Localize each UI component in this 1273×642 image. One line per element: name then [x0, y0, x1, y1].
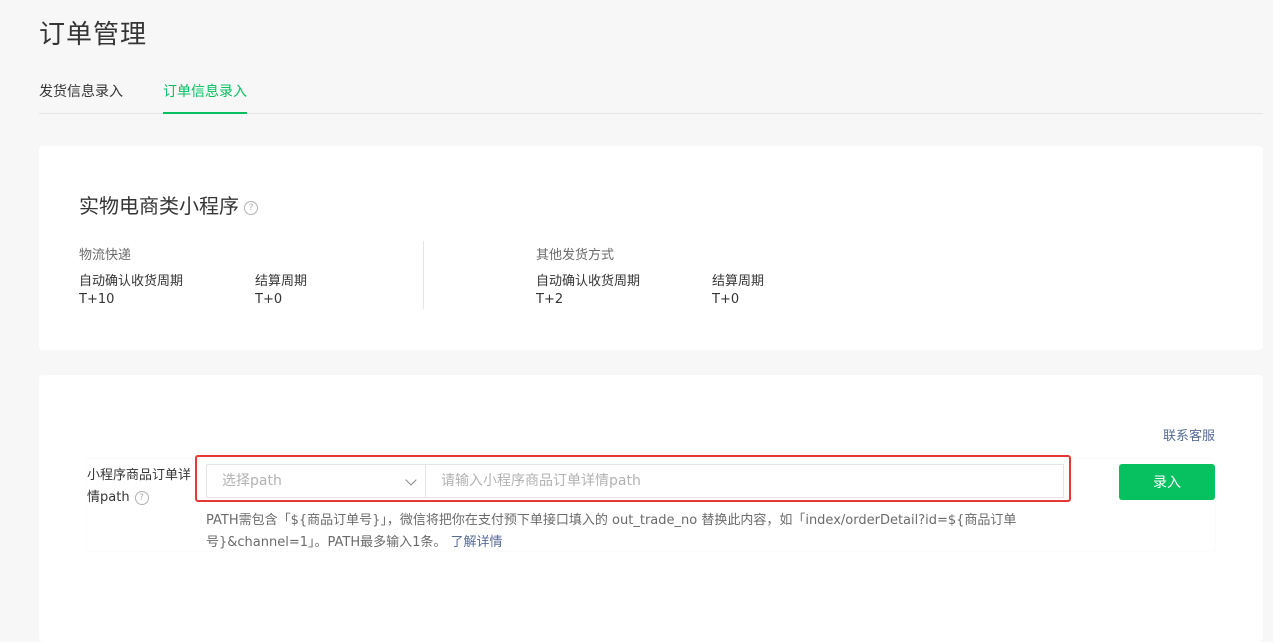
path-note: PATH需包含「${商品订单号}」，微信将把你在支付预下单接口填入的 out_t… [206, 510, 1086, 554]
contact-support-link[interactable]: 联系客服 [1163, 425, 1215, 444]
info-value: T+0 [255, 292, 283, 307]
question-circle-icon[interactable]: ? [244, 200, 258, 215]
order-path-card: 联系客服 小程序商品订单详情path? 选择path 录入 PATH需包含「${… [39, 375, 1263, 642]
tab-shipping-info[interactable]: 发货信息录入 [39, 82, 123, 102]
tab-order-info[interactable]: 订单信息录入 [163, 82, 247, 114]
group-divider [423, 241, 424, 309]
learn-more-link[interactable]: 了解详情 [451, 535, 503, 550]
info-item: 自动确认收货周期 T+2 [536, 270, 640, 307]
info-label: 结算周期 [712, 274, 765, 289]
group-heading: 其他发货方式 [536, 248, 615, 263]
info-item: 结算周期 T+0 [255, 270, 307, 307]
info-value: T+0 [712, 292, 740, 307]
info-value: T+2 [536, 292, 564, 307]
logistics-group: 物流快递 自动确认收货周期 T+10 结算周期 T+0 [79, 244, 307, 307]
path-note-text: PATH需包含「${商品订单号}」，微信将把你在支付预下单接口填入的 out_t… [206, 513, 1017, 550]
path-field-label-row: 小程序商品订单详情path? [87, 465, 191, 509]
path-select-placeholder: 选择path [222, 473, 282, 489]
info-item: 自动确认收货周期 T+10 [79, 270, 183, 307]
tab-bar: 发货信息录入 订单信息录入 [39, 82, 1263, 114]
info-item: 结算周期 T+0 [712, 270, 764, 307]
category-title: 实物电商类小程序 [79, 194, 239, 218]
chevron-down-icon [405, 474, 417, 486]
path-select[interactable]: 选择path [206, 464, 426, 498]
info-label: 结算周期 [255, 274, 308, 289]
category-title-row: 实物电商类小程序? [79, 190, 258, 219]
group-heading: 物流快递 [79, 248, 132, 263]
other-shipping-group: 其他发货方式 自动确认收货周期 T+2 结算周期 T+0 [536, 244, 764, 307]
info-value: T+10 [79, 292, 115, 307]
path-input[interactable] [426, 464, 1064, 498]
info-label: 自动确认收货周期 [536, 274, 641, 289]
category-card: 实物电商类小程序? 物流快递 自动确认收货周期 T+10 结算周期 T+0 其他… [39, 146, 1263, 350]
submit-button[interactable]: 录入 [1119, 464, 1215, 500]
question-circle-icon[interactable]: ? [134, 490, 149, 505]
page-title: 订单管理 [39, 20, 148, 50]
info-label: 自动确认收货周期 [79, 274, 184, 289]
path-form-row: 小程序商品订单详情path? 选择path 录入 PATH需包含「${商品订单号… [87, 455, 1215, 554]
